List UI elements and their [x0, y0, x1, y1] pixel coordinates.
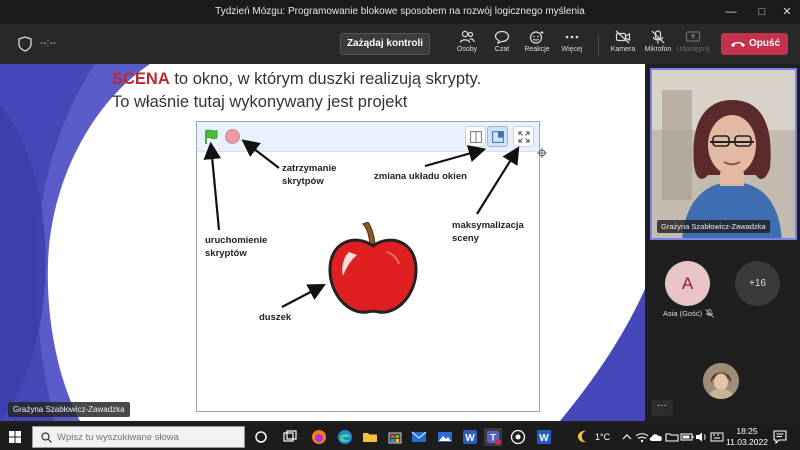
meeting-timer: --:-- — [40, 38, 57, 49]
reactions-icon — [529, 31, 544, 44]
muted-mic-icon — [705, 309, 714, 318]
share-button[interactable]: Udostępnij — [675, 28, 711, 62]
presenter-name-tag: Grażyna Szabłowicz-Zawadzka — [8, 402, 130, 417]
taskbar-search[interactable] — [32, 426, 245, 448]
people-icon — [459, 30, 475, 43]
weather-temperature: 1°C — [595, 432, 611, 442]
guest-name: Asia (Gość) — [663, 309, 703, 318]
toolbar-divider — [598, 34, 599, 56]
slide-heading: SCENA to okno, w którym duszki realizują… — [112, 70, 481, 89]
search-input[interactable] — [57, 429, 242, 445]
reactions-label: Reakcje — [524, 46, 550, 53]
chat-button[interactable]: Czat — [484, 28, 520, 62]
meeting-toolbar: --:-- Zażądaj kontroli Osoby Czat Reakcj… — [0, 24, 800, 64]
chat-label: Czat — [494, 46, 510, 53]
hang-up-icon — [731, 42, 745, 47]
scratch-stage-panel: zatrzymanie skrytpów zmiana układu okien… — [196, 121, 540, 412]
people-label: Osoby — [456, 46, 478, 53]
people-button[interactable]: Osoby — [449, 28, 485, 62]
microphone-button[interactable]: Mikrofon — [640, 28, 676, 62]
file-explorer-icon[interactable] — [361, 428, 379, 446]
language-icon[interactable] — [708, 428, 726, 446]
leave-label: Opuść — [749, 38, 781, 49]
microphone-label: Mikrofon — [644, 46, 672, 53]
share-screen-icon — [685, 31, 701, 42]
clock-date: 11.03.2022 — [726, 437, 768, 447]
store-icon[interactable] — [386, 428, 404, 446]
weather-moon-icon — [578, 430, 586, 443]
presenter-video-image — [652, 70, 795, 238]
mail-icon[interactable] — [410, 428, 428, 446]
participant-photo-avatar[interactable] — [703, 363, 739, 399]
share-label: Udostępnij — [676, 46, 710, 53]
camera-button[interactable]: Kamera — [605, 28, 641, 62]
slide-subheading: To właśnie tutaj wykonywany jest projekt — [112, 93, 408, 111]
microphone-off-icon — [651, 30, 665, 44]
annotation-arrows — [203, 139, 520, 308]
shield-icon — [18, 36, 32, 52]
taskbar-clock[interactable]: 18:25 11.03.2022 — [726, 426, 768, 448]
notification-icon[interactable] — [773, 430, 787, 444]
svg-text:W: W — [465, 433, 475, 444]
word-icon[interactable]: W — [461, 428, 479, 446]
teams-meeting-window: Tydzień Mózgu: Programowanie blokowe spo… — [0, 0, 800, 450]
windows-start-icon[interactable] — [9, 431, 21, 443]
close-icon[interactable]: ✕ — [776, 3, 798, 21]
word-doc-icon[interactable]: W — [535, 428, 553, 446]
mouse-cursor-icon — [537, 148, 547, 158]
more-participants-bubble[interactable]: +16 — [735, 261, 780, 306]
participant-photo-image — [703, 363, 739, 399]
slide-heading-accent: SCENA — [112, 70, 170, 88]
more-label: Więcej — [561, 46, 583, 53]
presenter-video[interactable]: Grażyna Szabłowicz-Zawadzka — [650, 68, 797, 240]
slide-heading-text: to okno, w którym duszki realizują skryp… — [169, 70, 482, 88]
more-button[interactable]: Więcej — [554, 28, 590, 62]
edge-icon[interactable] — [336, 428, 354, 446]
search-icon — [41, 432, 52, 443]
photos-icon[interactable] — [436, 428, 454, 446]
shared-screen: SCENA to okno, w którym duszki realizują… — [0, 64, 645, 421]
windows-taskbar: W T W 1°C 18:25 11.03.2022 — [0, 424, 800, 450]
reactions-button[interactable]: Reakcje — [519, 28, 555, 62]
clock-time: 18:25 — [736, 426, 758, 436]
chat-icon — [494, 30, 510, 44]
title-bar: Tydzień Mózgu: Programowanie blokowe spo… — [0, 0, 800, 24]
guest-avatar[interactable]: A — [665, 261, 710, 306]
window-title: Tydzień Mózgu: Programowanie blokowe spo… — [215, 6, 585, 17]
more-horizontal-icon — [565, 35, 579, 39]
teams-icon[interactable]: T — [484, 428, 502, 446]
request-control-button[interactable]: Zażądaj kontroli — [340, 33, 430, 55]
more-options-button[interactable]: ··· — [651, 400, 673, 416]
svg-text:W: W — [539, 433, 549, 444]
camera-off-icon — [615, 30, 631, 44]
cortana-icon[interactable] — [252, 428, 270, 446]
app-icon[interactable] — [509, 428, 527, 446]
firefox-icon[interactable] — [310, 428, 328, 446]
camera-label: Kamera — [610, 46, 636, 53]
maximize-icon[interactable]: □ — [751, 3, 773, 21]
task-view-icon[interactable] — [281, 428, 299, 446]
leave-button[interactable]: Opuść — [721, 33, 788, 55]
minimize-icon[interactable]: — — [720, 3, 742, 21]
presenter-video-name: Grażyna Szabłowicz-Zawadzka — [657, 220, 770, 233]
